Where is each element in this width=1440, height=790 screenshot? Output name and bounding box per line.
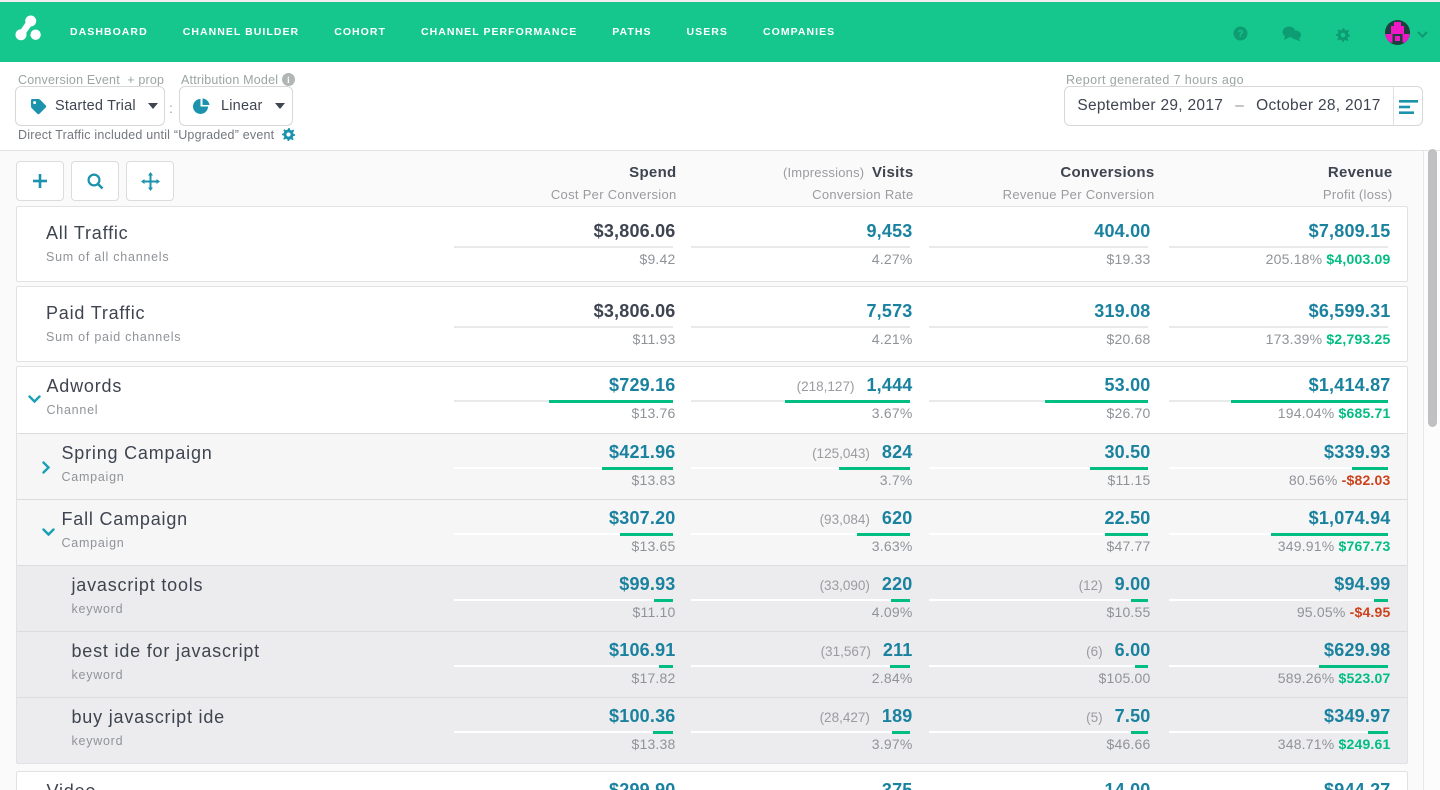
svg-text:i: i (287, 75, 290, 85)
svg-text:?: ? (1237, 29, 1243, 40)
